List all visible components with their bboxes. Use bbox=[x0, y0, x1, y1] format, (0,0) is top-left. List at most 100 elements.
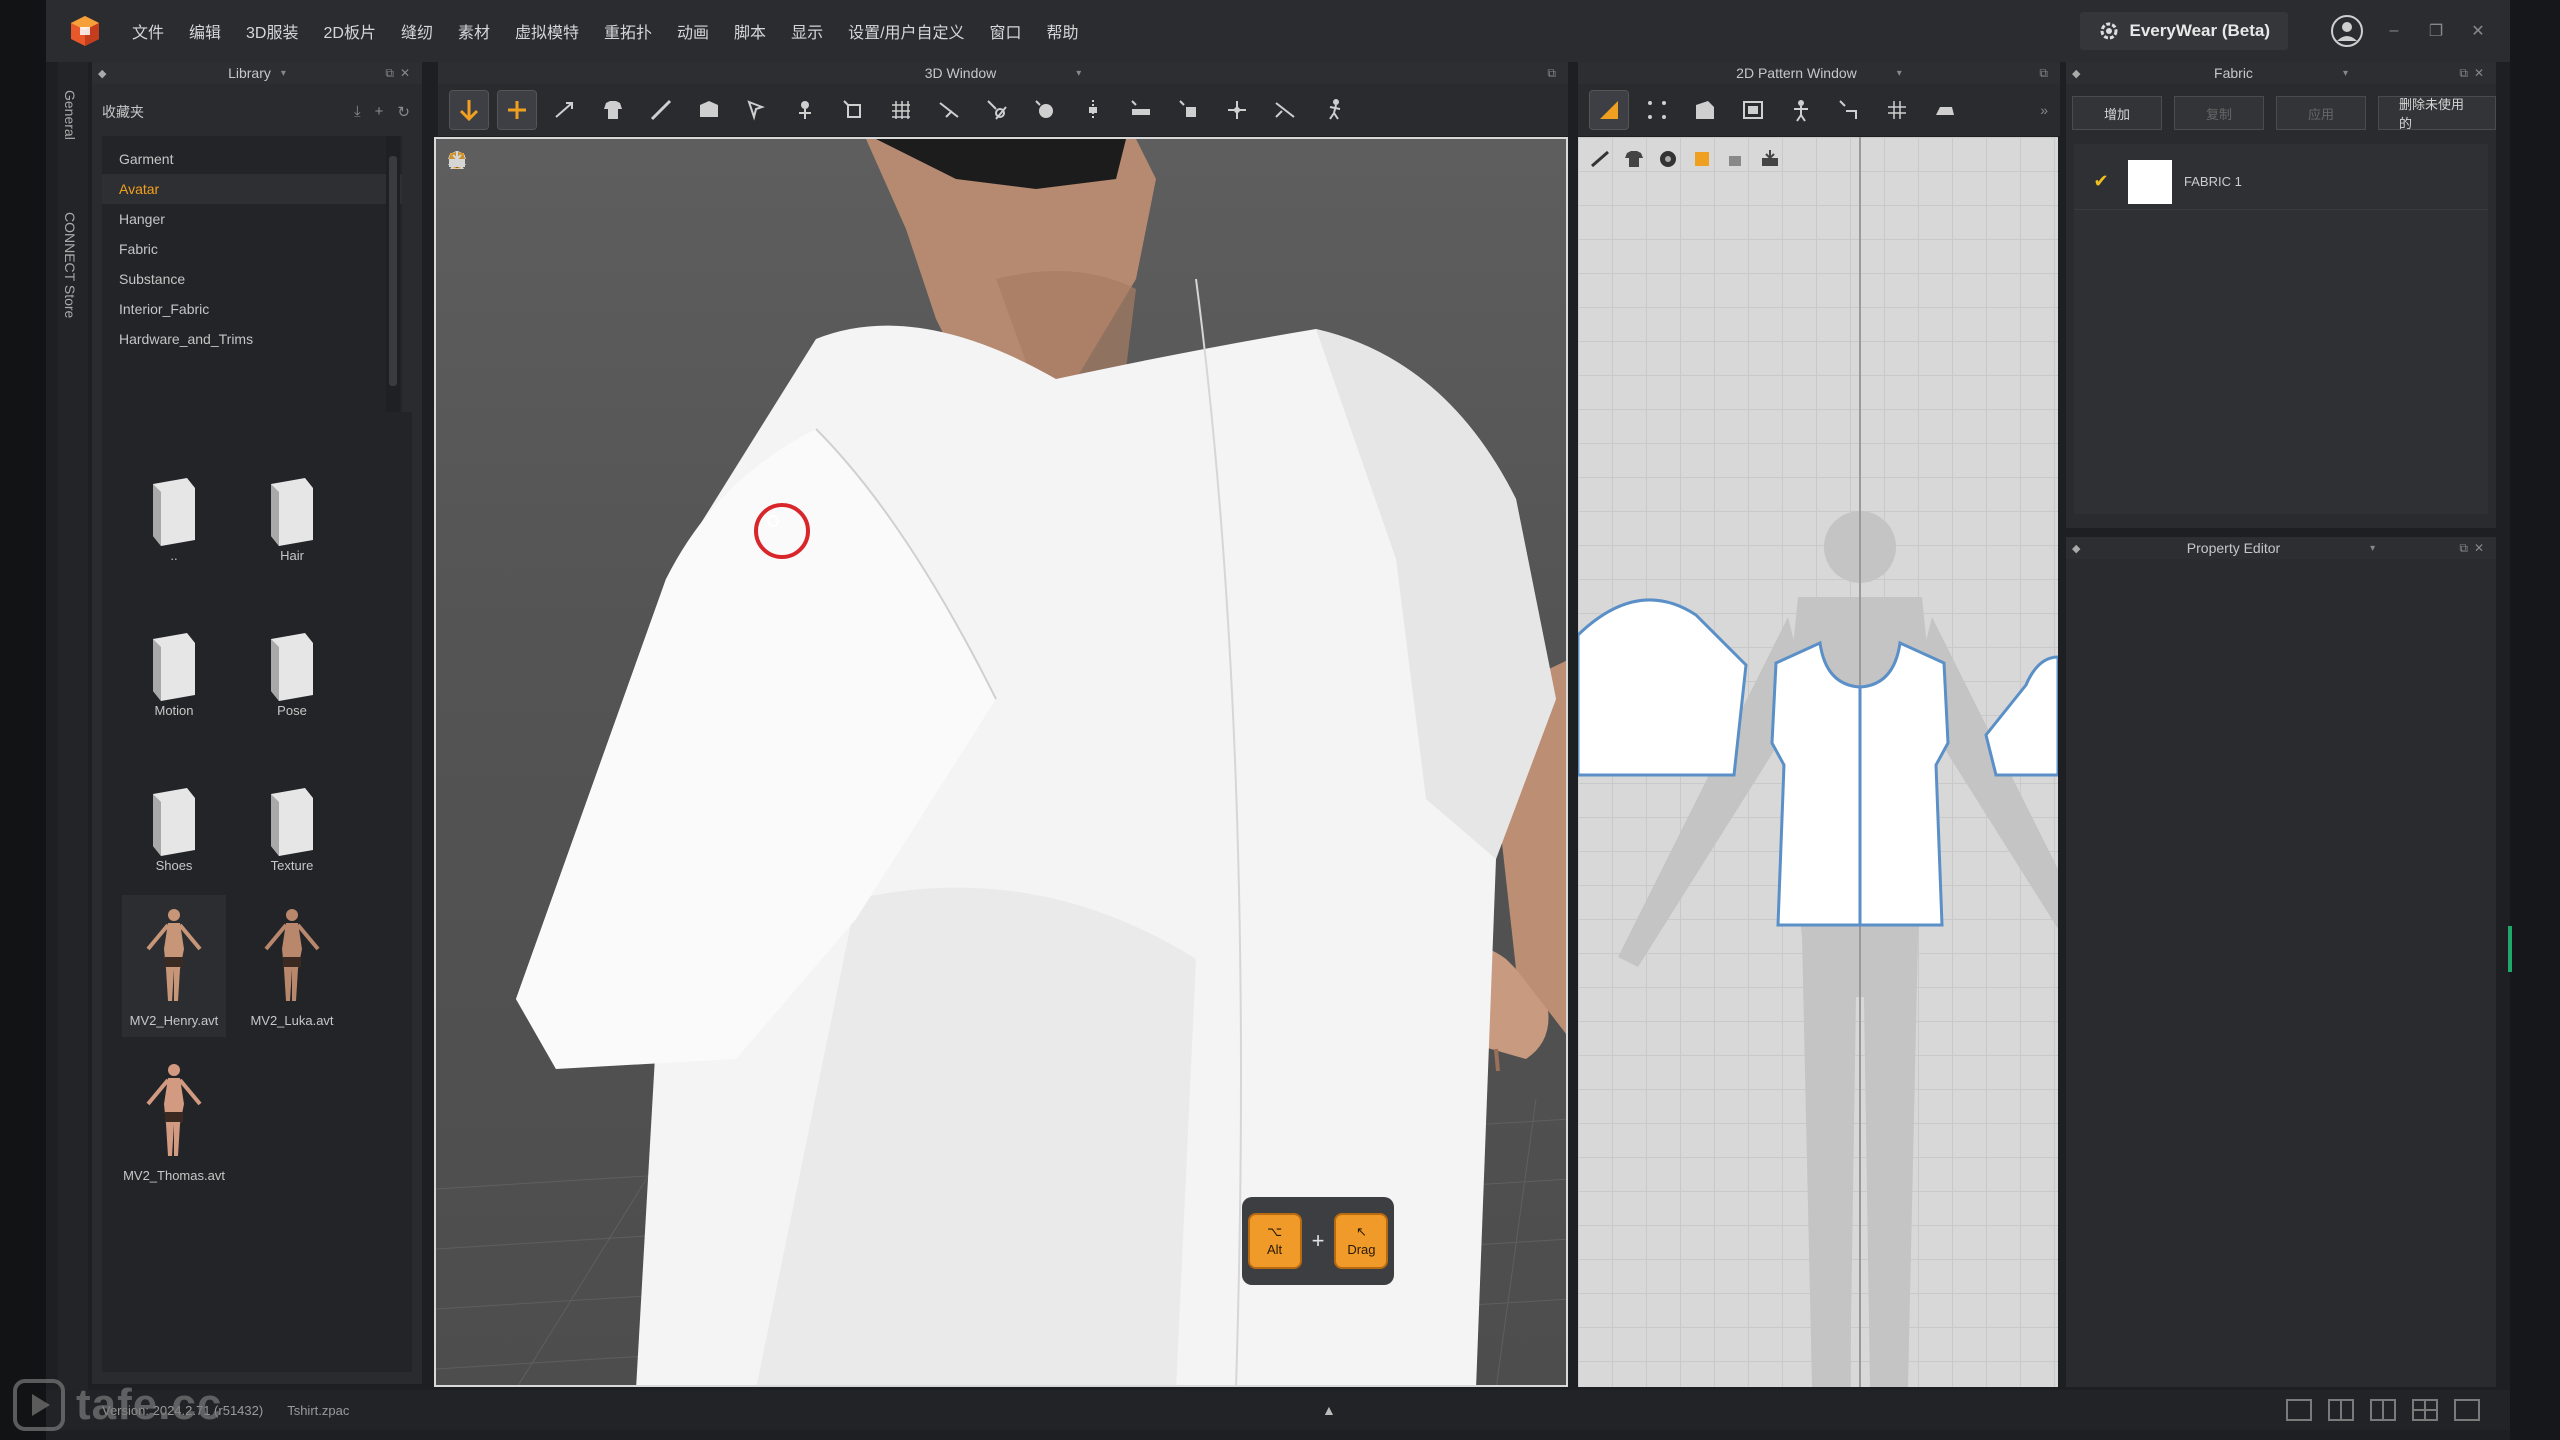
seam-tool-icon[interactable] bbox=[930, 91, 968, 129]
pin-icon[interactable]: ◆ bbox=[98, 67, 106, 80]
pin-tool-icon[interactable] bbox=[546, 91, 584, 129]
menu-sewing[interactable]: 缝纫 bbox=[401, 19, 433, 43]
fabric-list-item[interactable]: ✔ FABRIC 1 bbox=[2074, 154, 2488, 210]
transform-pattern-icon[interactable] bbox=[1589, 90, 1629, 130]
environment-icon[interactable] bbox=[449, 149, 708, 173]
2d-pattern-viewport[interactable] bbox=[1578, 137, 2058, 1387]
everywear-button[interactable]: EveryWear (Beta) bbox=[2079, 12, 2288, 50]
iron-tool-icon[interactable] bbox=[1926, 91, 1964, 129]
layout-triple-icon[interactable] bbox=[2370, 1399, 2396, 1421]
chevron-down-icon[interactable]: ▾ bbox=[1076, 68, 1081, 79]
edit-pattern-icon[interactable] bbox=[1638, 91, 1676, 129]
library-tile-pose[interactable]: Pose bbox=[240, 585, 344, 725]
menu-script[interactable]: 脚本 bbox=[734, 19, 766, 43]
tab-general[interactable]: General bbox=[62, 90, 78, 140]
chevron-down-icon[interactable]: ▾ bbox=[1897, 68, 1902, 79]
grid-tool-icon[interactable] bbox=[882, 91, 920, 129]
panel-controls[interactable]: ⧉✕ bbox=[385, 66, 416, 81]
library-tile-thomas[interactable]: MV2_Thomas.avt bbox=[122, 1050, 226, 1192]
menu-settings[interactable]: 设置/用户自定义 bbox=[848, 19, 964, 43]
pattern-display-icon[interactable] bbox=[1588, 147, 1612, 171]
tree-item-substance[interactable]: Substance bbox=[102, 264, 402, 294]
app-logo[interactable] bbox=[66, 12, 104, 50]
menu-3d-garment[interactable]: 3D服装 bbox=[246, 19, 298, 43]
library-tile-luka[interactable]: MV2_Luka.avt bbox=[240, 895, 344, 1037]
layout-split-icon[interactable] bbox=[2328, 1399, 2354, 1421]
menu-file[interactable]: 文件 bbox=[132, 19, 164, 43]
tab-connect-store[interactable]: CONNECT Store bbox=[62, 212, 78, 318]
snapshot-2d-icon[interactable] bbox=[1758, 147, 1782, 171]
tree-item-interior-fabric[interactable]: Interior_Fabric bbox=[102, 294, 402, 324]
user-avatar-icon[interactable] bbox=[2330, 14, 2364, 48]
library-tile-texture[interactable]: Texture bbox=[240, 740, 344, 880]
sew-tool-icon[interactable] bbox=[978, 91, 1016, 129]
scrollbar-thumb[interactable] bbox=[389, 156, 397, 386]
layer-icon[interactable] bbox=[1724, 147, 1748, 171]
close-icon[interactable]: ✕ bbox=[2466, 21, 2490, 41]
collapse-arrow-icon[interactable]: ▲ bbox=[1322, 1402, 1336, 1418]
tree-item-avatar[interactable]: Avatar bbox=[102, 174, 402, 204]
copy-fabric-button[interactable]: 复制 bbox=[2174, 96, 2264, 130]
zipper-tool-icon[interactable] bbox=[1074, 91, 1112, 129]
library-tile-parent[interactable]: .. bbox=[122, 430, 226, 570]
tree-item-hardware-and-trims[interactable]: Hardware_and_Trims bbox=[102, 324, 402, 354]
download-icon[interactable]: ⤓ bbox=[354, 103, 361, 121]
arrange-points-tool-icon[interactable] bbox=[1218, 91, 1256, 129]
menu-retopology[interactable]: 重拓扑 bbox=[604, 19, 652, 43]
layout-quad-icon[interactable] bbox=[2412, 1399, 2438, 1421]
add-fabric-button[interactable]: 增加 bbox=[2072, 96, 2162, 130]
delete-unused-button[interactable]: 删除未使用的 bbox=[2378, 96, 2496, 131]
grid-pattern-icon[interactable] bbox=[1878, 91, 1916, 129]
tree-item-fabric[interactable]: Fabric bbox=[102, 234, 402, 264]
snapshot-icon[interactable] bbox=[449, 149, 742, 173]
chevron-down-icon[interactable]: ▾ bbox=[281, 68, 286, 79]
panel-controls[interactable]: ⧉ bbox=[2039, 66, 2054, 81]
avatar-display-icon[interactable] bbox=[450, 149, 572, 173]
menu-window[interactable]: 窗口 bbox=[990, 19, 1022, 43]
panel-controls[interactable]: ⧉✕ bbox=[2459, 66, 2490, 81]
chevron-down-icon[interactable]: ▾ bbox=[2370, 543, 2375, 554]
tree-scrollbar[interactable] bbox=[386, 136, 400, 421]
segment-sewing-icon[interactable] bbox=[1830, 91, 1868, 129]
library-tile-henry[interactable]: MV2_Henry.avt bbox=[122, 895, 226, 1037]
garment-display-icon[interactable] bbox=[448, 149, 504, 173]
texture-2d-icon[interactable] bbox=[1656, 147, 1680, 171]
menu-edit[interactable]: 编辑 bbox=[189, 19, 221, 43]
library-tile-hair[interactable]: Hair bbox=[240, 430, 344, 570]
arrangement-tool-icon[interactable] bbox=[1782, 91, 1820, 129]
layout-custom-icon[interactable] bbox=[2454, 1399, 2480, 1421]
fabric-2d-icon[interactable] bbox=[1690, 147, 1714, 171]
texture-display-icon[interactable] bbox=[449, 149, 538, 173]
polygon-tool-icon[interactable] bbox=[1686, 91, 1724, 129]
tree-item-hanger[interactable]: Hanger bbox=[102, 204, 402, 234]
trim-tool-icon[interactable] bbox=[1170, 91, 1208, 129]
pose-tool-icon[interactable] bbox=[1314, 91, 1352, 129]
tack-tool-icon[interactable] bbox=[786, 91, 824, 129]
3d-viewport[interactable]: ⌥ Alt + ↖ Drag bbox=[434, 137, 1568, 1387]
strengthen-tool-icon[interactable] bbox=[834, 91, 872, 129]
toolbar-overflow-icon[interactable]: » bbox=[2040, 102, 2048, 118]
button-tool-icon[interactable] bbox=[1026, 91, 1064, 129]
library-tile-shoes[interactable]: Shoes bbox=[122, 740, 226, 880]
avatar-texture-icon[interactable] bbox=[450, 149, 606, 173]
panel-controls[interactable]: ⧉✕ bbox=[2459, 541, 2490, 556]
chevron-down-icon[interactable]: ▾ bbox=[2343, 68, 2348, 79]
garment-tool-icon[interactable] bbox=[594, 91, 632, 129]
pin-icon[interactable]: ◆ bbox=[2072, 542, 2080, 555]
tree-item-garment[interactable]: Garment bbox=[102, 144, 402, 174]
minimize-icon[interactable]: – bbox=[2382, 22, 2406, 40]
menu-animation[interactable]: 动画 bbox=[677, 19, 709, 43]
select-mesh-tool-icon[interactable] bbox=[497, 90, 537, 130]
select-move-tool-icon[interactable] bbox=[449, 90, 489, 130]
panel-controls[interactable]: ⧉ bbox=[1547, 66, 1562, 81]
restore-icon[interactable]: ❐ bbox=[2424, 21, 2448, 41]
refresh-icon[interactable]: ↻ bbox=[397, 103, 410, 121]
menu-materials[interactable]: 素材 bbox=[458, 19, 490, 43]
skin-display-icon[interactable] bbox=[452, 149, 674, 173]
menu-display[interactable]: 显示 bbox=[791, 19, 823, 43]
apply-fabric-button[interactable]: 应用 bbox=[2276, 96, 2366, 130]
menu-help[interactable]: 帮助 bbox=[1047, 19, 1079, 43]
pin-icon[interactable]: ◆ bbox=[2072, 67, 2080, 80]
fold-tool-icon[interactable] bbox=[690, 91, 728, 129]
arrange-tool-icon[interactable] bbox=[738, 91, 776, 129]
